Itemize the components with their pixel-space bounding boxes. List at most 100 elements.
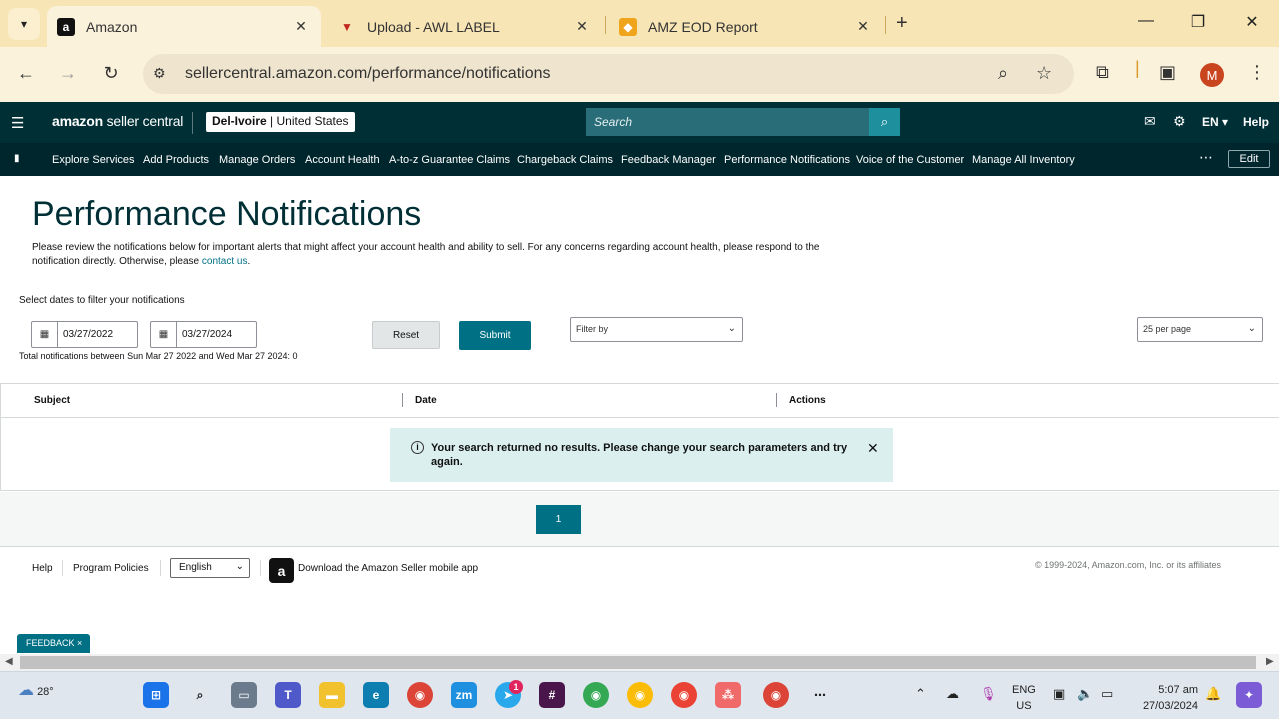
input-language[interactable]: ENG US [1012, 682, 1036, 714]
end-date-input[interactable]: ▦ 03/27/2024 [150, 321, 257, 348]
tray-chevron-up-icon[interactable]: ⌃ [915, 686, 926, 702]
restore-icon[interactable]: ❐ [1188, 12, 1208, 32]
scroll-left-arrow-icon[interactable]: ◀ [5, 656, 13, 667]
help-link[interactable]: Help [1243, 115, 1269, 129]
scrollbar-thumb[interactable] [20, 656, 1256, 669]
global-search-input[interactable]: Search [586, 108, 869, 136]
scroll-right-arrow-icon[interactable]: ▶ [1266, 656, 1274, 667]
seller-central-logo[interactable]: amazon seller central [52, 113, 183, 129]
column-date[interactable]: Date [415, 395, 437, 406]
hamburger-menu-icon[interactable]: ☰ [11, 114, 24, 132]
start-date-input[interactable]: ▦ 03/27/2022 [31, 321, 138, 348]
chrome-profile-icon[interactable]: ◉ [583, 682, 609, 708]
nav-performance-notifications[interactable]: Performance Notifications [724, 154, 850, 166]
program-policies-link[interactable]: Program Policies [73, 563, 149, 574]
more-apps-icon[interactable]: ⋯ [807, 682, 833, 708]
language-selector[interactable]: EN ▾ [1202, 115, 1228, 129]
page-title: Performance Notifications [32, 195, 422, 233]
footer-help-link[interactable]: Help [32, 563, 53, 574]
file-explorer-icon[interactable]: ▬ [319, 682, 345, 708]
more-ellipsis-icon[interactable]: ⋯ [1199, 149, 1213, 166]
zoom-icon[interactable]: zm [451, 682, 477, 708]
filter-by-select[interactable]: Filter by ⌄ [570, 317, 743, 342]
close-tab-icon[interactable]: ✕ [291, 18, 311, 35]
task-view-icon[interactable]: ▭ [231, 682, 257, 708]
chrome-profile-icon[interactable]: ◉ [627, 682, 653, 708]
submit-button[interactable]: Submit [459, 321, 531, 350]
contact-us-link[interactable]: contact us [202, 256, 248, 267]
column-subject[interactable]: Subject [34, 395, 70, 406]
browser-toolbar: ← → ↻ ⚙ sellercentral.amazon.com/perform… [0, 47, 1279, 102]
network-icon[interactable]: ▣ [1053, 686, 1065, 702]
browser-tab-amazon[interactable]: a Amazon ✕ [47, 6, 321, 47]
volume-icon[interactable]: 🔈 [1077, 686, 1093, 702]
profile-avatar[interactable]: M [1200, 63, 1224, 87]
reload-icon[interactable]: ↻ [99, 63, 123, 84]
per-page-select[interactable]: 25 per page ⌄ [1137, 317, 1263, 342]
chrome-profile-icon[interactable]: ◉ [671, 682, 697, 708]
mail-icon[interactable]: ✉ [1144, 113, 1156, 130]
horizontal-scrollbar[interactable]: ◀ ▶ [0, 654, 1279, 671]
bookmark-star-icon[interactable]: ☆ [1036, 63, 1052, 84]
chrome-active-icon[interactable]: ◉ [763, 682, 789, 708]
tab-search-chevron-icon[interactable]: ▾ [8, 8, 40, 40]
clock[interactable]: 5:07 am 27/03/2024 [1134, 682, 1198, 714]
footer-divider [62, 560, 63, 576]
close-alert-icon[interactable]: ✕ [867, 440, 879, 457]
calendar-icon[interactable]: ▦ [32, 322, 58, 347]
close-tab-icon[interactable]: ✕ [853, 18, 873, 35]
edit-nav-button[interactable]: Edit [1228, 150, 1270, 168]
search-icon[interactable]: ⌕ [187, 682, 213, 708]
reset-button[interactable]: Reset [372, 321, 440, 349]
weather-widget[interactable]: ☁ 28° [18, 680, 54, 700]
close-window-icon[interactable]: ✕ [1242, 12, 1262, 32]
nav-account-health[interactable]: Account Health [305, 154, 380, 166]
bookmark-icon[interactable]: ▮ [14, 153, 20, 164]
calendar-icon[interactable]: ▦ [151, 322, 177, 347]
back-arrow-icon[interactable]: ← [14, 63, 38, 84]
edge-icon[interactable]: e [363, 682, 389, 708]
side-panel-icon[interactable]: ▣ [1159, 62, 1176, 83]
close-tab-icon[interactable]: ✕ [572, 18, 592, 35]
nav-add-products[interactable]: Add Products [143, 154, 209, 166]
nav-manage-orders[interactable]: Manage Orders [219, 154, 295, 166]
new-tab-plus-icon[interactable]: + [896, 12, 908, 35]
feedback-tab[interactable]: FEEDBACK × [17, 634, 90, 653]
download-app-link[interactable]: Download the Amazon Seller mobile app [298, 563, 478, 574]
browser-tab-upload[interactable]: ▼ Upload - AWL LABEL ✕ [328, 6, 602, 47]
copilot-icon[interactable]: ✦ [1236, 682, 1262, 708]
settings-gear-icon[interactable]: ⚙ [1173, 113, 1186, 130]
browser-tab-eod-report[interactable]: ◆ AMZ EOD Report ✕ [609, 6, 883, 47]
awl-favicon-icon: ▼ [341, 19, 353, 34]
footer-language-select[interactable]: English ⌄ [170, 558, 250, 578]
amazon-app-icon[interactable]: a [269, 558, 294, 583]
url-text[interactable]: sellercentral.amazon.com/performance/not… [185, 65, 551, 83]
store-switcher[interactable]: Del-Ivoire | United States [206, 112, 355, 132]
slack-icon[interactable]: # [539, 682, 565, 708]
battery-icon[interactable]: ▭ [1101, 686, 1113, 702]
browser-menu-kebab-icon[interactable]: ⋮ [1248, 62, 1266, 83]
chrome-icon[interactable]: ◉ [407, 682, 433, 708]
logo-seller-central-text: seller central [102, 113, 184, 129]
nav-voice-of-customer[interactable]: Voice of the Customer [856, 154, 964, 166]
forward-arrow-icon[interactable]: → [56, 63, 80, 84]
page-1-button[interactable]: 1 [536, 505, 581, 534]
nav-a-to-z-claims[interactable]: A-to-z Guarantee Claims [389, 154, 510, 166]
nav-feedback-manager[interactable]: Feedback Manager [621, 154, 716, 166]
asana-icon[interactable]: ⁂ [715, 682, 741, 708]
microphone-icon[interactable]: 🎙 [980, 686, 997, 702]
nav-explore-services[interactable]: Explore Services [52, 154, 135, 166]
site-settings-icon[interactable]: ⚙ [153, 65, 166, 82]
search-button[interactable]: ⌕ [869, 108, 900, 136]
notification-bell-icon[interactable]: 🔔 [1205, 686, 1221, 702]
teams-icon[interactable]: T [275, 682, 301, 708]
minimize-icon[interactable]: — [1136, 12, 1156, 30]
cloud-offline-icon[interactable]: ☁ [946, 686, 959, 702]
nav-manage-inventory[interactable]: Manage All Inventory [972, 154, 1075, 166]
notifications-table: Subject Date Actions i Your search retur… [0, 383, 1279, 491]
nav-chargeback-claims[interactable]: Chargeback Claims [517, 154, 613, 166]
address-bar[interactable]: ⚙ sellercentral.amazon.com/performance/n… [143, 54, 1074, 94]
extensions-puzzle-icon[interactable]: ⧉ [1096, 62, 1109, 83]
start-windows-icon[interactable]: ⊞ [143, 682, 169, 708]
zoom-magnifier-icon[interactable]: ⌕ [998, 63, 1008, 84]
